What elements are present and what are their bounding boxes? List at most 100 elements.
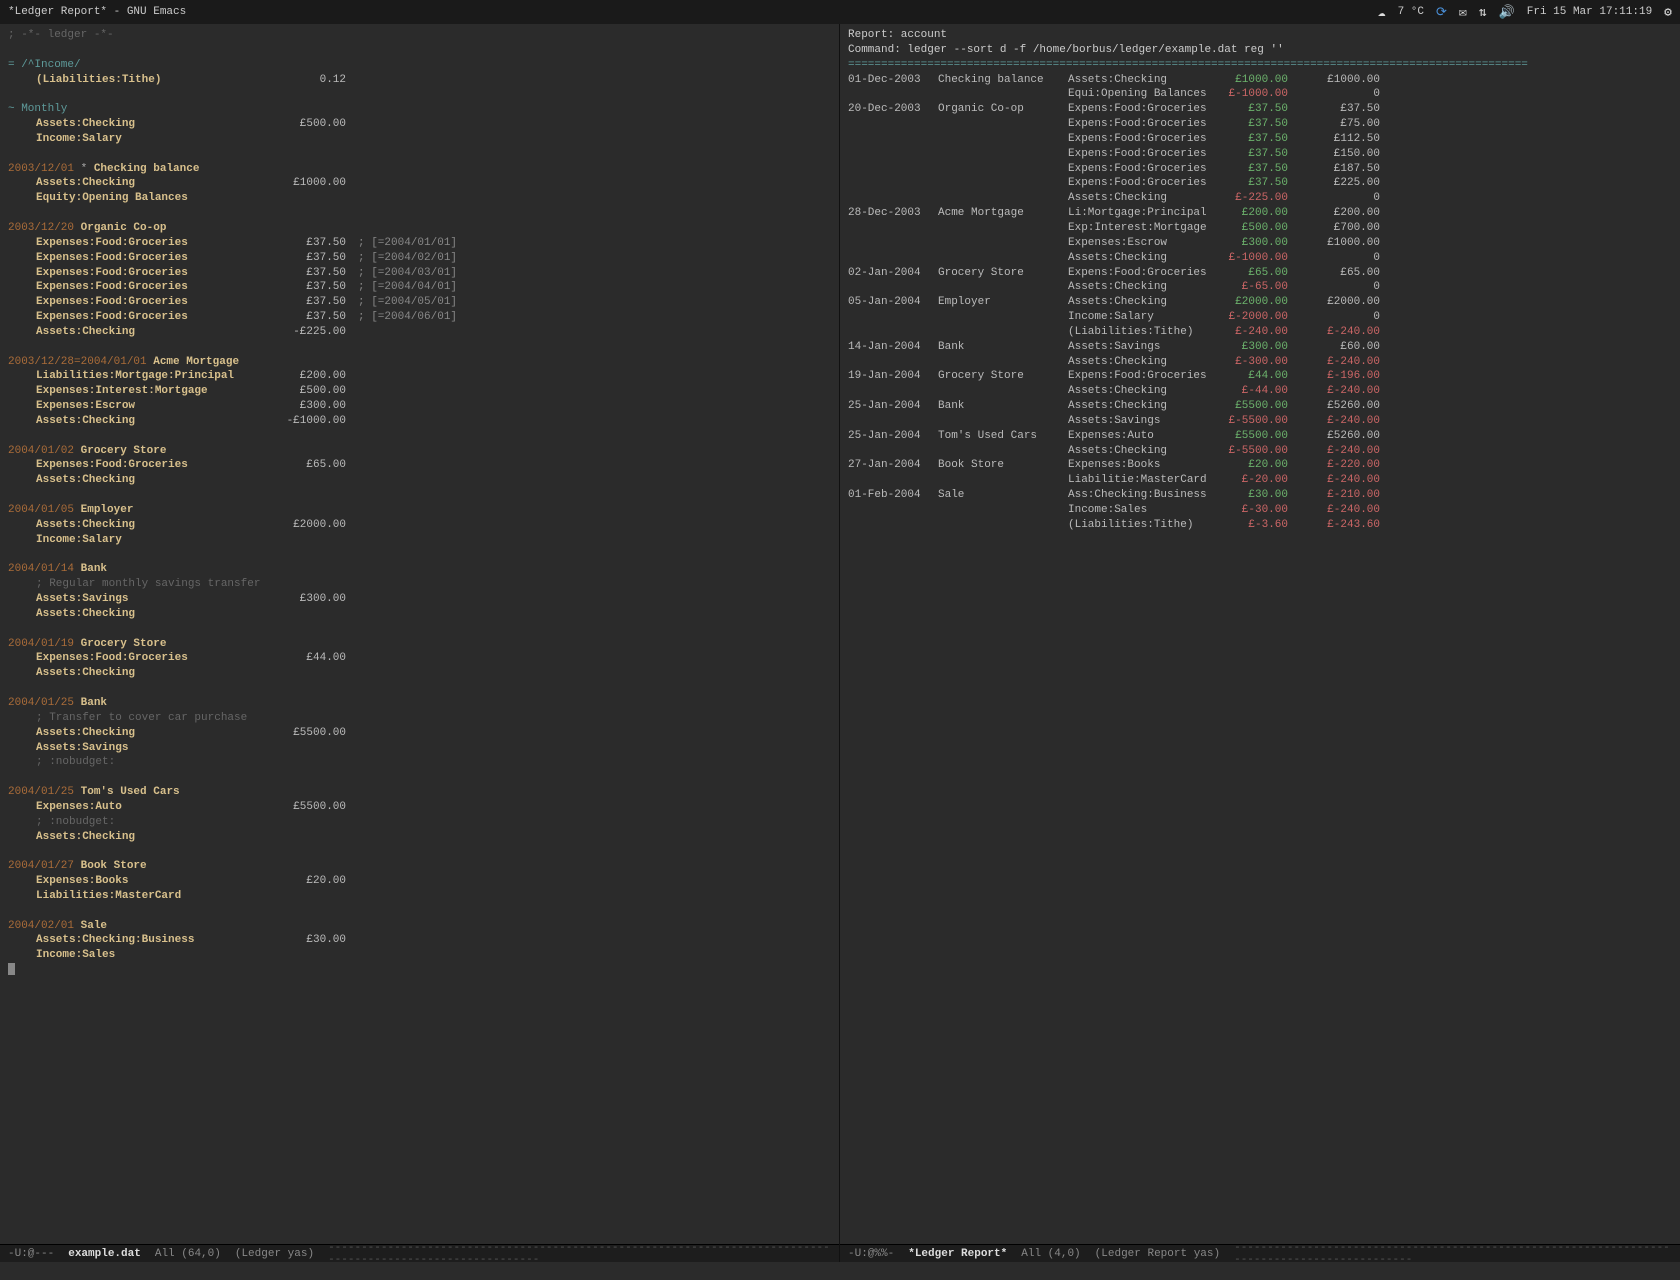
- report-row: 28-Dec-2003Acme MortgageLi:Mortgage:Prin…: [848, 206, 1672, 221]
- report-row: 20-Dec-2003Organic Co-opExpens:Food:Groc…: [848, 102, 1672, 117]
- src-posting: Assets:Checking£1000.00: [8, 176, 831, 191]
- src-posting: Assets:Checking£2000.00: [8, 518, 831, 533]
- refresh-icon[interactable]: ⟳: [1436, 5, 1447, 20]
- cursor: [8, 963, 15, 975]
- minor-modes: (Ledger yas): [235, 1248, 314, 1260]
- titlebar: *Ledger Report* - GNU Emacs ☁ 7 °C ⟳ ✉ ⇅…: [0, 0, 1680, 24]
- report-pane: Report: accountCommand: ledger --sort d …: [840, 24, 1680, 1262]
- report-row: 01-Dec-2003Checking balanceAssets:Checki…: [848, 73, 1672, 88]
- src-entry-header: 2004/01/14 Bank: [8, 562, 831, 577]
- network-icon[interactable]: ⇅: [1479, 5, 1487, 20]
- src-amount: £500.00: [276, 117, 346, 132]
- report-row: Assets:Checking£-1000.000: [848, 251, 1672, 266]
- report-row: Assets:Checking£-225.000: [848, 191, 1672, 206]
- src-posting: Assets:Checking£5500.00: [8, 726, 831, 741]
- src-posting: Income:Salary: [8, 533, 831, 548]
- src-posting: Expenses:Food:Groceries£37.50; [=2004/01…: [8, 236, 831, 251]
- modeline-fill: ----------------------------------------…: [328, 1242, 831, 1263]
- src-entry-header: 2003/12/01 * Checking balance: [8, 162, 831, 177]
- src-entry-header: 2004/01/25 Bank: [8, 696, 831, 711]
- report-row: Assets:Checking£-5500.00£-240.00: [848, 444, 1672, 459]
- buffer-name: example.dat: [68, 1248, 141, 1260]
- src-entry-header: 2004/01/19 Grocery Store: [8, 637, 831, 652]
- src-tag: ; :nobudget:: [36, 816, 115, 828]
- right-modeline: -U:@%%- *Ledger Report* All (4,0) (Ledge…: [840, 1244, 1680, 1262]
- report-row: 01-Feb-2004SaleAss:Checking:Business£30.…: [848, 488, 1672, 503]
- src-comment: ; Transfer to cover car purchase: [36, 712, 247, 724]
- src-posting: Expenses:Escrow£300.00: [8, 399, 831, 414]
- volume-icon[interactable]: 🔊: [1499, 5, 1515, 20]
- minibuffer[interactable]: [0, 1262, 1680, 1280]
- src-posting: Expenses:Food:Groceries£37.50; [=2004/05…: [8, 295, 831, 310]
- src-posting: Expenses:Food:Groceries£37.50; [=2004/04…: [8, 280, 831, 295]
- report-row: Exp:Interest:Mortgage£500.00£700.00: [848, 221, 1672, 236]
- src-posting: Assets:Checking: [8, 607, 831, 622]
- report-row: Equi:Opening Balances£-1000.000: [848, 87, 1672, 102]
- weather-text: 7 °C: [1398, 6, 1424, 18]
- report-row: Liabilitie:MasterCard£-20.00£-240.00: [848, 473, 1672, 488]
- src-account: Assets:Checking: [36, 117, 276, 132]
- src-posting: Expenses:Food:Groceries£37.50; [=2004/06…: [8, 310, 831, 325]
- src-entry-header: 2004/01/27 Book Store: [8, 859, 831, 874]
- src-posting: Assets:Savings: [8, 741, 831, 756]
- modeline-fill: ----------------------------------------…: [1234, 1242, 1672, 1263]
- position: All (64,0): [155, 1248, 221, 1260]
- source-buffer[interactable]: ; -*- ledger -*- = /^Income/ (Liabilities…: [0, 24, 839, 1244]
- report-row: Expens:Food:Groceries£37.50£187.50: [848, 162, 1672, 177]
- report-row: (Liabilities:Tithe)£-240.00£-240.00: [848, 325, 1672, 340]
- report-row: Income:Sales£-30.00£-240.00: [848, 503, 1672, 518]
- src-entry-header: 2004/01/25 Tom's Used Cars: [8, 785, 831, 800]
- src-posting: Liabilities:MasterCard: [8, 889, 831, 904]
- report-row: Assets:Checking£-44.00£-240.00: [848, 384, 1672, 399]
- src-tag: ; :nobudget:: [36, 756, 115, 768]
- settings-icon[interactable]: ⚙: [1664, 5, 1672, 20]
- src-posting: Expenses:Food:Groceries£65.00: [8, 458, 831, 473]
- minor-modes: (Ledger Report yas): [1095, 1248, 1220, 1260]
- report-row: (Liabilities:Tithe)£-3.60£-243.60: [848, 518, 1672, 533]
- src-periodic: ~ Monthly: [8, 103, 67, 115]
- src-posting: Expenses:Auto£5500.00: [8, 800, 831, 815]
- report-row: Income:Salary£-2000.000: [848, 310, 1672, 325]
- src-comment: ; -*- ledger -*-: [8, 28, 831, 43]
- src-posting: Assets:Checking:Business£30.00: [8, 933, 831, 948]
- report-row: Assets:Checking£-65.000: [848, 280, 1672, 295]
- report-command: Command: ledger --sort d -f /home/borbus…: [848, 43, 1672, 58]
- report-row: Expens:Food:Groceries£37.50£150.00: [848, 147, 1672, 162]
- report-row: Assets:Savings£-5500.00£-240.00: [848, 414, 1672, 429]
- mail-icon[interactable]: ✉: [1459, 5, 1467, 20]
- report-row: 25-Jan-2004Tom's Used CarsExpenses:Auto£…: [848, 429, 1672, 444]
- src-posting: Assets:Checking-£1000.00: [8, 414, 831, 429]
- report-row: 27-Jan-2004Book StoreExpenses:Books£20.0…: [848, 458, 1672, 473]
- mode-indicator: -U:@%%-: [848, 1248, 894, 1260]
- src-posting: Income:Sales: [8, 948, 831, 963]
- report-row: 25-Jan-2004BankAssets:Checking£5500.00£5…: [848, 399, 1672, 414]
- src-posting: Assets:Checking-£225.00: [8, 325, 831, 340]
- report-row: 19-Jan-2004Grocery StoreExpens:Food:Groc…: [848, 369, 1672, 384]
- source-pane: ; -*- ledger -*- = /^Income/ (Liabilities…: [0, 24, 840, 1262]
- src-rule: = /^Income/: [8, 59, 81, 71]
- src-amount: 0.12: [276, 73, 346, 88]
- report-separator: ========================================…: [848, 58, 1672, 73]
- src-entry-header: 2004/01/05 Employer: [8, 503, 831, 518]
- report-row: 14-Jan-2004BankAssets:Savings£300.00£60.…: [848, 340, 1672, 355]
- src-entry-header: 2003/12/20 Organic Co-op: [8, 221, 831, 236]
- report-row: 02-Jan-2004Grocery StoreExpens:Food:Groc…: [848, 266, 1672, 281]
- position: All (4,0): [1021, 1248, 1080, 1260]
- src-account: (Liabilities:Tithe): [36, 73, 276, 88]
- report-row: Assets:Checking£-300.00£-240.00: [848, 355, 1672, 370]
- clock: Fri 15 Mar 17:11:19: [1527, 6, 1652, 18]
- src-posting: Assets:Checking: [8, 830, 831, 845]
- buffer-name: *Ledger Report*: [908, 1248, 1007, 1260]
- left-modeline: -U:@--- example.dat All (64,0) (Ledger y…: [0, 1244, 839, 1262]
- src-posting: Expenses:Food:Groceries£37.50; [=2004/03…: [8, 266, 831, 281]
- workspace: ; -*- ledger -*- = /^Income/ (Liabilities…: [0, 24, 1680, 1262]
- report-row: Expens:Food:Groceries£37.50£225.00: [848, 176, 1672, 191]
- src-posting: Equity:Opening Balances: [8, 191, 831, 206]
- report-row: Expens:Food:Groceries£37.50£112.50: [848, 132, 1672, 147]
- weather-icon: ☁: [1378, 5, 1386, 20]
- src-entry-header: 2003/12/28=2004/01/01 Acme Mortgage: [8, 355, 831, 370]
- report-buffer[interactable]: Report: accountCommand: ledger --sort d …: [840, 24, 1680, 1244]
- report-row: 05-Jan-2004EmployerAssets:Checking£2000.…: [848, 295, 1672, 310]
- report-label: Report: account: [848, 28, 1672, 43]
- src-posting: Assets:Savings£300.00: [8, 592, 831, 607]
